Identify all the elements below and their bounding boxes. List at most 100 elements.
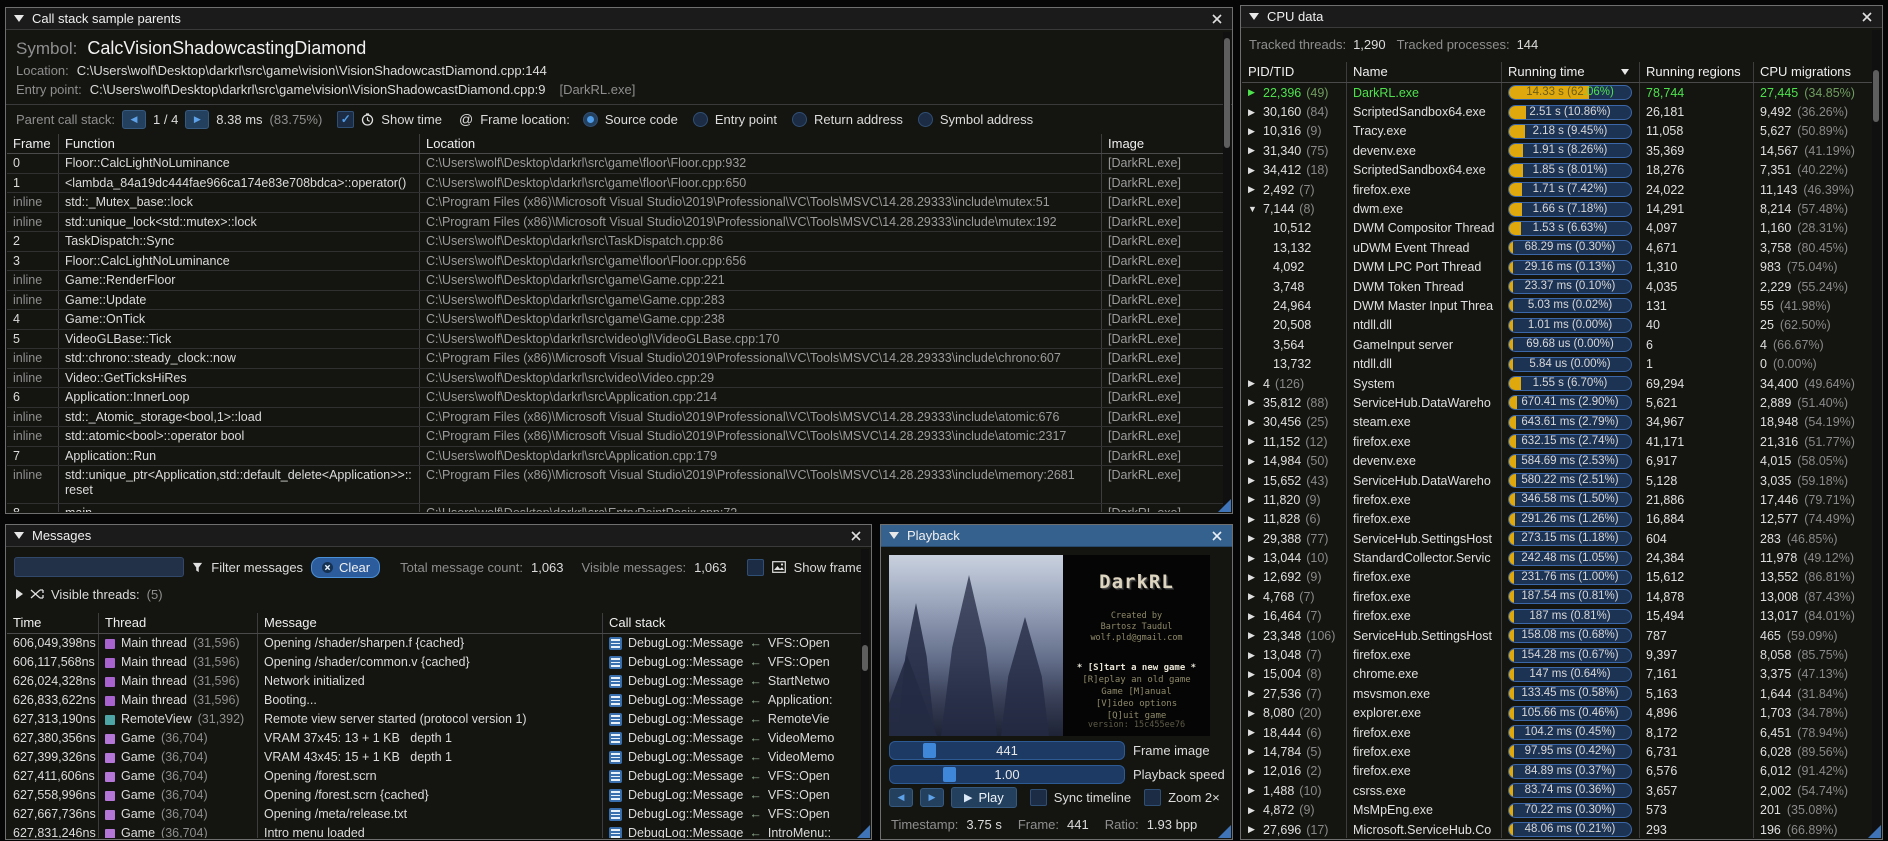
show-time-label[interactable]: Show time [381, 112, 442, 127]
expand-tree-icon[interactable]: ▶ [1248, 766, 1258, 777]
expand-tree-icon[interactable]: ▶ [1248, 727, 1258, 738]
messages-panel-titlebar[interactable]: Messages [6, 525, 871, 547]
zoom-2x-checkbox[interactable] [1144, 789, 1161, 806]
message-callstack-cell[interactable]: DebugLog::Message←StartNetwo [603, 672, 861, 691]
message-callstack-cell[interactable]: DebugLog::Message←VideoMemo [603, 729, 861, 748]
next-frame-button[interactable]: ▶ [920, 788, 944, 807]
message-row[interactable]: 627,558,996nsGame(36,704)Opening /forest… [7, 786, 861, 805]
callstack-list-icon[interactable] [609, 694, 622, 707]
radio-symbol-address-label[interactable]: Symbol address [940, 112, 1033, 127]
callstack-list-icon[interactable] [609, 656, 622, 669]
callstack-list-icon[interactable] [609, 789, 622, 802]
expand-tree-icon[interactable]: ▶ [1248, 708, 1258, 719]
expand-tree-icon[interactable]: ▶ [1248, 785, 1258, 796]
cpu-process-row[interactable]: ▶29,388(77)ServiceHub.SettingsHost273.15… [1242, 529, 1873, 548]
cpu-process-row[interactable]: ▶10,316(9)Tracy.exe2.18 s (9.45%)11,0585… [1242, 122, 1873, 141]
expand-tree-icon[interactable]: ▶ [1248, 126, 1258, 137]
expand-tree-icon[interactable]: ▶ [1248, 650, 1258, 661]
callstack-row[interactable]: 1<lambda_84a19dc444fae966ca174e83e708bdc… [7, 174, 1231, 194]
cpu-process-row[interactable]: ▶15,652(43)ServiceHub.DataWareho580.22 m… [1242, 471, 1873, 490]
frame-column-header[interactable]: Frame [7, 134, 59, 153]
cpu-process-row[interactable]: ▶23,348(106)ServiceHub.SettingsHost158.0… [1242, 626, 1873, 645]
message-row[interactable]: 627,411,606nsGame(36,704)Opening /forest… [7, 767, 861, 786]
cpu-thread-row[interactable]: 13,732ntdll.dll5.84 us (0.00%)10(0.00%) [1242, 354, 1873, 373]
cpu-process-row[interactable]: ▶13,044(10)StandardCollector.Servic242.4… [1242, 548, 1873, 567]
expand-tree-icon[interactable]: ▶ [1248, 669, 1258, 680]
radio-entry-point-label[interactable]: Entry point [715, 112, 777, 127]
show-frame-label[interactable]: Show frame [794, 560, 863, 575]
callstack-column-header[interactable]: Call stack [603, 613, 861, 633]
expand-tree-icon[interactable]: ▶ [1248, 533, 1258, 544]
cpu-migrations-column-header[interactable]: CPU migrations [1754, 62, 1873, 82]
expand-tree-icon[interactable]: ▶ [1248, 611, 1258, 622]
message-column-header[interactable]: Message [258, 613, 603, 633]
callstack-list-icon[interactable] [609, 675, 622, 688]
message-row[interactable]: 627,380,356nsGame(36,704)VRAM 37x45: 13 … [7, 729, 861, 748]
cpu-process-row[interactable]: ▶14,984(50)devenv.exe584.69 ms (2.53%)6,… [1242, 451, 1873, 470]
callstack-scrollbar[interactable] [1223, 32, 1231, 509]
zoom-2x-label[interactable]: Zoom 2× [1168, 790, 1220, 805]
expand-tree-icon[interactable]: ▶ [1248, 145, 1258, 156]
cpu-process-row[interactable]: ▶22,396(49)DarkRL.exe14.33 s (62.06%)14.… [1242, 83, 1873, 102]
collapse-icon[interactable] [14, 15, 24, 22]
expand-tree-icon[interactable]: ▶ [1248, 87, 1258, 98]
callstack-row[interactable]: 2TaskDispatch::SyncC:\Users\wolf\Desktop… [7, 232, 1231, 252]
callstack-row[interactable]: inlinestd::_Mutex_base::lockC:\Program F… [7, 193, 1231, 213]
callstack-row[interactable]: inlinestd::atomic<bool>::operator boolC:… [7, 427, 1231, 447]
name-column-header[interactable]: Name [1347, 62, 1502, 82]
sync-timeline-label[interactable]: Sync timeline [1054, 790, 1131, 805]
callstack-panel-titlebar[interactable]: Call stack sample parents [6, 8, 1232, 30]
expand-tree-icon[interactable]: ▶ [1248, 165, 1258, 176]
expand-tree-icon[interactable]: ▶ [1248, 436, 1258, 447]
expand-tree-icon[interactable]: ▶ [1248, 591, 1258, 602]
cpu-process-row[interactable]: ▶16,464(7)firefox.exe187 ms (0.81%)15,49… [1242, 607, 1873, 626]
cpu-scrollbar[interactable] [1872, 30, 1880, 835]
cpu-process-row[interactable]: ▶27,696(17)Microsoft.ServiceHub.Co48.06 … [1242, 820, 1873, 838]
location-column-header[interactable]: Location [420, 134, 1102, 153]
cpu-thread-row[interactable]: 24,964DWM Master Input Threa5.03 ms (0.0… [1242, 296, 1873, 315]
cpu-thread-row[interactable]: 20,508ntdll.dll1.01 ms (0.00%)4025(62.50… [1242, 316, 1873, 335]
close-icon[interactable] [1860, 10, 1874, 24]
expand-tree-icon[interactable]: ▶ [1248, 456, 1258, 467]
cpu-process-row[interactable]: ▶34,412(18)ScriptedSandbox64.exe1.85 s (… [1242, 161, 1873, 180]
cpu-process-row[interactable]: ▶11,820(9)firefox.exe346.58 ms (1.50%)21… [1242, 490, 1873, 509]
playback-panel-titlebar[interactable]: Playback [881, 525, 1232, 547]
callstack-list-icon[interactable] [609, 637, 622, 650]
expand-tree-icon[interactable]: ▶ [1248, 184, 1258, 195]
cpu-process-row[interactable]: ▶30,456(25)steam.exe643.61 ms (2.79%)34,… [1242, 413, 1873, 432]
thread-column-header[interactable]: Thread [99, 613, 258, 633]
message-callstack-cell[interactable]: DebugLog::Message←VFS::Open [603, 634, 861, 653]
callstack-list-icon[interactable] [609, 732, 622, 745]
next-callstack-button[interactable]: ▶ [185, 110, 209, 129]
resize-grip[interactable] [1218, 499, 1231, 512]
playback-speed-slider[interactable]: 1.00 [889, 765, 1125, 784]
cpu-process-row[interactable]: ▶12,692(9)firefox.exe231.76 ms (1.00%)15… [1242, 568, 1873, 587]
callstack-row[interactable]: 6Application::InnerLoopC:\Users\wolf\Des… [7, 388, 1231, 408]
show-frame-checkbox[interactable] [747, 559, 764, 576]
message-row[interactable]: 627,667,736nsGame(36,704)Opening /meta/r… [7, 805, 861, 824]
callstack-list-icon[interactable] [609, 713, 622, 726]
close-icon[interactable] [1210, 529, 1224, 543]
callstack-row[interactable]: 8mainC:\Users\wolf\Desktop\darkrl\src\En… [7, 504, 1231, 512]
sync-timeline-checkbox[interactable] [1030, 789, 1047, 806]
cpu-process-row[interactable]: ▶11,152(12)firefox.exe632.15 ms (2.74%)4… [1242, 432, 1873, 451]
cpu-process-row[interactable]: ▶13,048(7)firefox.exe154.28 ms (0.67%)9,… [1242, 645, 1873, 664]
resize-grip[interactable] [857, 825, 870, 838]
message-filter-input[interactable] [14, 557, 184, 577]
resize-grip[interactable] [1218, 825, 1231, 838]
frame-image-slider[interactable]: 441 [889, 741, 1125, 760]
messages-scrollbar[interactable] [861, 549, 869, 835]
radio-source-code[interactable] [583, 112, 598, 127]
message-row[interactable]: 627,313,190nsRemoteView(31,392)Remote vi… [7, 710, 861, 729]
callstack-row[interactable]: inlinestd::unique_lock<std::mutex>::lock… [7, 213, 1231, 233]
cpu-process-row[interactable]: ▶11,828(6)firefox.exe291.26 ms (1.26%)16… [1242, 510, 1873, 529]
collapse-tree-icon[interactable]: ▼ [1248, 204, 1258, 214]
cpu-process-row[interactable]: ▶4(126)System1.55 s (6.70%)69,29434,400(… [1242, 374, 1873, 393]
expand-tree-icon[interactable]: ▶ [1248, 572, 1258, 583]
expand-tree-icon[interactable]: ▶ [1248, 630, 1258, 641]
messages-scrollbar-thumb[interactable] [862, 645, 868, 671]
expand-tree-icon[interactable]: ▶ [1248, 553, 1258, 564]
expand-tree-icon[interactable]: ▶ [1248, 805, 1258, 816]
running-regions-column-header[interactable]: Running regions [1640, 62, 1754, 82]
cpu-thread-row[interactable]: 3,564GameInput server69.68 us (0.00%)64(… [1242, 335, 1873, 354]
